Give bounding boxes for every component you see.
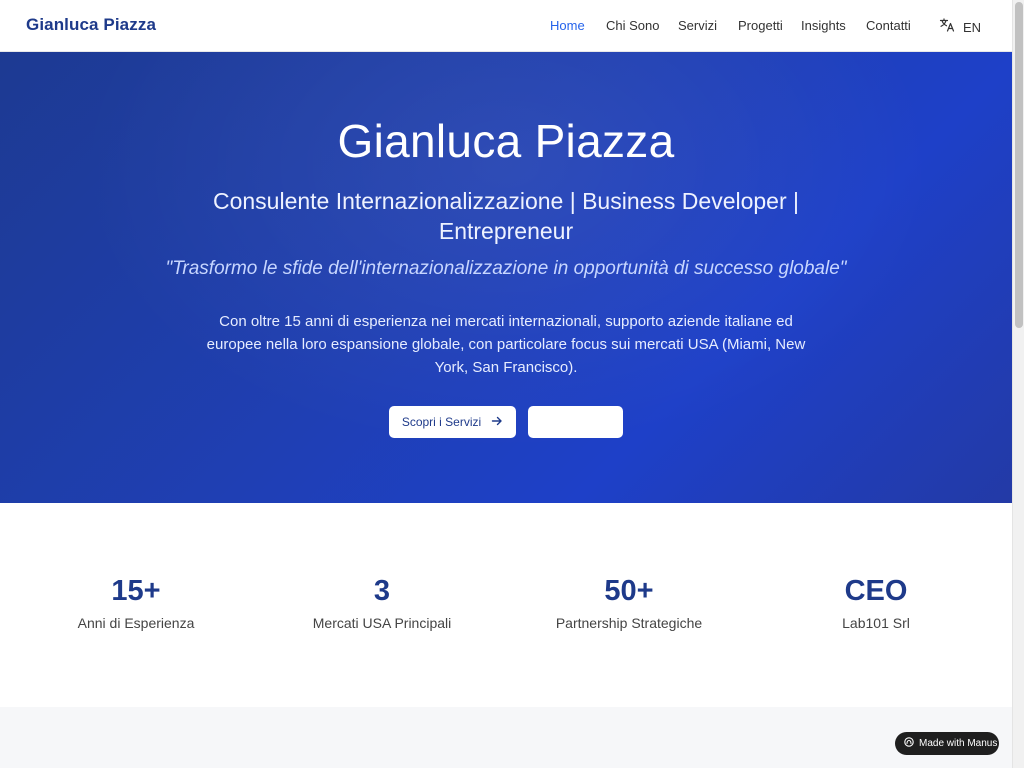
made-with-manus-badge[interactable]: Made with Manus xyxy=(895,732,999,755)
hero-quote: "Trasformo le sfide dell'internazionaliz… xyxy=(165,258,847,279)
page: Gianluca Piazza Home Chi Sono Servizi Pr… xyxy=(0,0,1012,768)
stat-label: Lab101 Srl xyxy=(842,615,910,631)
arrow-right-icon xyxy=(491,415,503,430)
nav-home[interactable]: Home xyxy=(550,18,585,33)
stat-item: 3 Mercati USA Principali xyxy=(259,573,505,631)
hero-section: Gianluca Piazza Consulente Internazional… xyxy=(0,52,1012,503)
stat-item: 15+ Anni di Esperienza xyxy=(13,573,259,631)
brand-logo-text[interactable]: Gianluca Piazza xyxy=(26,15,156,35)
navbar: Gianluca Piazza Home Chi Sono Servizi Pr… xyxy=(0,0,1012,52)
next-section xyxy=(0,707,1012,768)
language-switcher[interactable]: EN xyxy=(939,17,981,38)
stat-label: Anni di Esperienza xyxy=(77,615,195,631)
manus-logo-icon xyxy=(903,735,915,753)
nav-progetti[interactable]: Progetti xyxy=(738,18,783,33)
secondary-cta-button[interactable] xyxy=(528,406,623,438)
translate-icon xyxy=(939,17,955,38)
page-scrollbar[interactable] xyxy=(1012,0,1024,768)
nav-insights[interactable]: Insights xyxy=(801,18,846,33)
stat-value: 15+ xyxy=(111,575,161,607)
discover-services-button[interactable]: Scopri i Servizi xyxy=(389,406,516,438)
nav-chi-sono[interactable]: Chi Sono xyxy=(606,18,659,33)
discover-services-label: Scopri i Servizi xyxy=(401,415,482,429)
manus-badge-label: Made with Manus xyxy=(919,738,998,749)
stat-value: 3 xyxy=(373,575,391,607)
stat-value: CEO xyxy=(844,575,908,607)
hero-title: Gianluca Piazza xyxy=(337,115,675,167)
stat-item: 50+ Partnership Strategiche xyxy=(506,573,752,631)
stat-label: Partnership Strategiche xyxy=(555,615,703,631)
scrollbar-thumb[interactable] xyxy=(1015,2,1023,328)
stats-section: 15+ Anni di Esperienza 3 Mercati USA Pri… xyxy=(0,503,1012,707)
stat-value: 50+ xyxy=(604,575,654,607)
stat-label: Mercati USA Principali xyxy=(312,615,452,631)
hero-description: Con oltre 15 anni di esperienza nei merc… xyxy=(206,313,806,376)
language-label: EN xyxy=(963,20,982,35)
hero-subtitle: Consulente Internazionalizzazione | Busi… xyxy=(212,188,799,244)
nav-servizi[interactable]: Servizi xyxy=(678,18,717,33)
nav-contatti[interactable]: Contatti xyxy=(866,18,911,33)
stat-item: CEO Lab101 Srl xyxy=(753,573,999,631)
